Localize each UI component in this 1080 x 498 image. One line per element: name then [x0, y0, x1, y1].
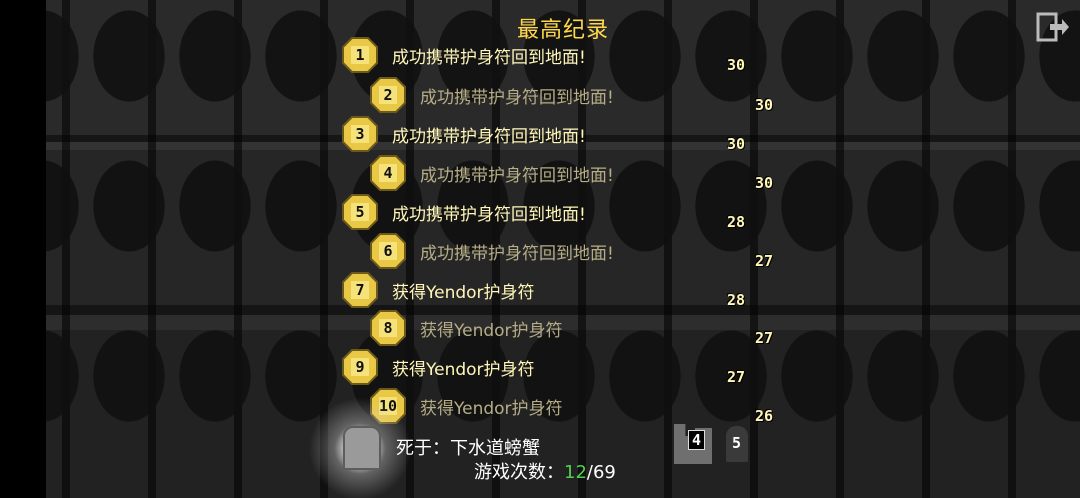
games-label: 游戏次数：: [474, 462, 564, 483]
death-cause: 死于：下水道螃蟹: [396, 438, 540, 459]
rank-number: 4: [383, 164, 393, 182]
rank-number: 6: [383, 242, 393, 260]
record-text: 成功携带护身符回到地面!: [420, 87, 614, 108]
depth-badge: 30: [754, 96, 774, 114]
latest-depth: 4: [674, 420, 714, 466]
record-text: 成功携带护身符回到地面!: [420, 243, 614, 264]
record-row-3[interactable]: 3 成功携带护身符回到地面!: [342, 115, 586, 153]
record-row-1[interactable]: 1 成功携带护身符回到地面!: [342, 36, 586, 74]
record-text: 成功携带护身符回到地面!: [392, 47, 586, 68]
rank-number: 9: [355, 358, 365, 376]
tombstone-icon: [343, 426, 381, 470]
record-row-4[interactable]: 4 成功携带护身符回到地面!: [370, 154, 614, 192]
exit-door-icon: [1036, 12, 1069, 42]
record-text: 获得Yendor护身符: [420, 398, 563, 419]
depth-badge: 27: [754, 252, 774, 270]
depth-badge: 30: [754, 174, 774, 192]
rank-number: 7: [355, 281, 365, 299]
depth-badge: 28: [726, 291, 746, 309]
record-row-2[interactable]: 2 成功携带护身符回到地面!: [370, 76, 614, 114]
depth-badge: 27: [754, 329, 774, 347]
record-text: 成功携带护身符回到地面!: [392, 126, 586, 147]
medal-icon: 1: [342, 37, 378, 73]
games-played: 游戏次数：12/69: [474, 458, 616, 484]
medal-icon: 4: [370, 155, 406, 191]
games-current: 12: [564, 462, 587, 483]
medal-icon: 6: [370, 233, 406, 269]
depth-badge: 30: [726, 56, 746, 74]
record-text: 成功携带护身符回到地面!: [420, 165, 614, 186]
medal-icon: 7: [342, 272, 378, 308]
record-row-7[interactable]: 7 获得Yendor护身符: [342, 271, 535, 309]
latest-level: 5: [724, 424, 750, 464]
games-total: 69: [592, 462, 616, 483]
record-text: 成功携带护身符回到地面!: [392, 204, 586, 225]
medal-icon: 9: [342, 349, 378, 385]
exit-button[interactable]: [1036, 12, 1070, 42]
depth-badge: 26: [754, 407, 774, 425]
depth-badge: 27: [726, 368, 746, 386]
record-row-9[interactable]: 9 获得Yendor护身符: [342, 348, 535, 386]
medal-icon: 2: [370, 77, 406, 113]
rank-number: 1: [355, 46, 365, 64]
rank-number: 5: [355, 203, 365, 221]
record-row-5[interactable]: 5 成功携带护身符回到地面!: [342, 193, 586, 231]
medal-icon: 8: [370, 310, 406, 346]
screen-edge: [0, 0, 46, 498]
rank-number: 8: [383, 319, 393, 337]
medal-icon: 3: [342, 116, 378, 152]
rank-number: 3: [355, 125, 365, 143]
record-text: 获得Yendor护身符: [420, 320, 563, 341]
record-text: 获得Yendor护身符: [392, 359, 535, 380]
medal-icon: 5: [342, 194, 378, 230]
record-row-8[interactable]: 8 获得Yendor护身符: [370, 309, 563, 347]
record-row-6[interactable]: 6 成功携带护身符回到地面!: [370, 232, 614, 270]
depth-badge: 30: [726, 135, 746, 153]
depth-badge: 28: [726, 213, 746, 231]
record-text: 获得Yendor护身符: [392, 282, 535, 303]
rank-number: 2: [383, 86, 393, 104]
